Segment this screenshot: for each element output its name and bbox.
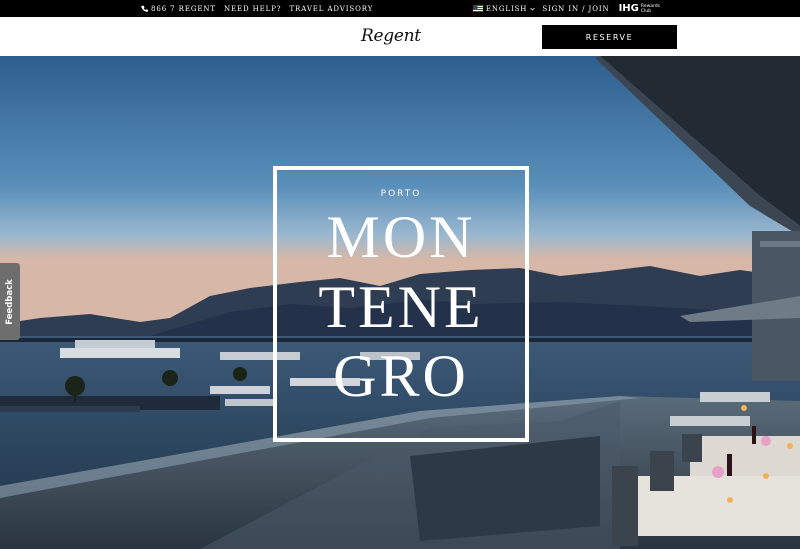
us-flag-icon bbox=[472, 5, 483, 12]
title-line-3: GRO bbox=[333, 343, 469, 409]
regent-logo[interactable]: Regent bbox=[361, 26, 421, 46]
ihg-sub: Rewards Club bbox=[641, 4, 660, 14]
title-line-2: TENE bbox=[318, 274, 484, 340]
chevron-down-icon bbox=[530, 7, 536, 11]
phone-icon bbox=[141, 5, 148, 12]
utility-bar: 866 7 REGENT NEED HELP? TRAVEL ADVISORY … bbox=[0, 0, 800, 17]
phone-link[interactable]: 866 7 REGENT bbox=[141, 5, 216, 13]
travel-advisory-link[interactable]: TRAVEL ADVISORY bbox=[289, 5, 373, 13]
feedback-label[interactable]: Feedback bbox=[5, 279, 15, 325]
destination-title-box: PORTO MON TENE GRO bbox=[273, 166, 529, 442]
sign-in-link[interactable]: SIGN IN / JOIN bbox=[542, 5, 609, 13]
phone-number[interactable]: 866 7 REGENT bbox=[151, 5, 216, 13]
title-eyebrow: PORTO bbox=[380, 189, 422, 199]
language-selector[interactable]: ENGLISH bbox=[472, 5, 536, 13]
ihg-mark: IHG bbox=[618, 3, 639, 14]
reserve-button[interactable]: RESERVE bbox=[542, 25, 677, 49]
ihg-rewards-logo[interactable]: IHG Rewards Club bbox=[619, 3, 660, 14]
utility-right: ENGLISH SIGN IN / JOIN IHG Rewards Club bbox=[472, 0, 660, 17]
language-label[interactable]: ENGLISH bbox=[486, 5, 527, 13]
title-line-1: MON bbox=[326, 204, 476, 270]
feedback-tab[interactable]: Feedback bbox=[0, 263, 20, 340]
ihg-sub-club: Club bbox=[640, 8, 651, 14]
utility-left: 866 7 REGENT NEED HELP? TRAVEL ADVISORY bbox=[141, 0, 373, 17]
site-header: Regent RESERVE bbox=[0, 17, 800, 56]
need-help-link[interactable]: NEED HELP? bbox=[224, 5, 282, 13]
hero: PORTO MON TENE GRO bbox=[0, 56, 800, 549]
